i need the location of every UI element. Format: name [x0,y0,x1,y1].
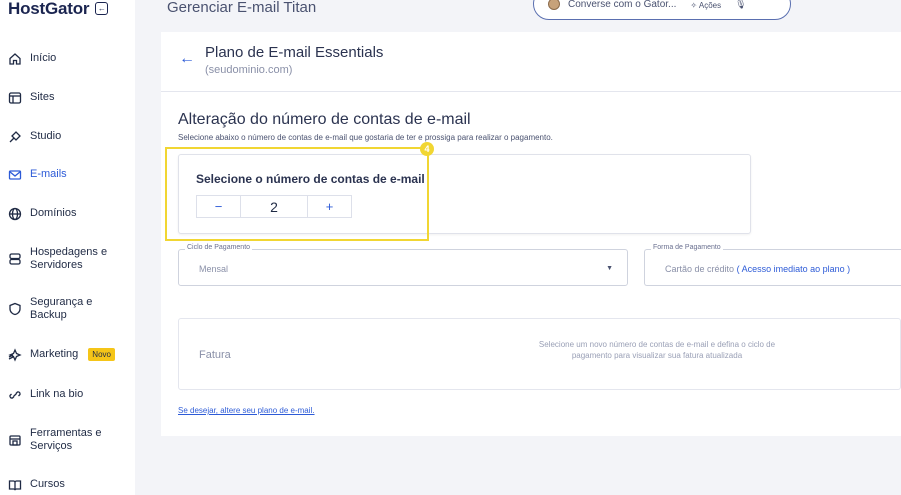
back-arrow-icon[interactable]: ← [179,50,195,68]
sidebar-item-label: Cursos [30,478,65,490]
tutorial-highlight [165,147,429,241]
invoice-title: Fatura [199,349,231,361]
sidebar-item-emails[interactable]: E-mails [7,167,67,182]
tools-icon [7,433,22,448]
sidebar-item-marketing[interactable]: Marketing Novo [7,347,115,362]
change-plan-link[interactable]: Se desejar, altere seu plano de e-mail. [178,406,315,415]
invoice-placeholder-text: Selecione um novo número de contas de e-… [538,340,776,360]
sidebar-item-label: Início [30,52,57,64]
immediate-access-note: ( Acesso imediato ao plano ) [736,264,851,274]
payment-cycle-label: Ciclo de Pagamento [185,244,253,251]
sidebar-item-label: Domínios [30,207,77,219]
collapse-sidebar-icon[interactable]: ← [95,2,109,15]
logo[interactable]: HostGator ← [8,0,109,18]
main-content: ← Plano de E-mail Essentials (seudominio… [161,32,901,436]
actions-button[interactable]: ✧ Ações [690,1,721,10]
gator-avatar-icon [548,0,560,10]
page-title: Gerenciar E-mail Titan [167,0,317,16]
plan-header: ← Plano de E-mail Essentials (seudominio… [161,32,901,92]
server-icon [7,252,22,267]
section-title: Alteração do número de contas de e-mail [178,111,471,128]
gator-chat-button[interactable]: Converse com o Gator... ✧ Ações 🎙 [533,0,791,20]
microphone-icon[interactable]: 🎙 [735,0,746,10]
sidebar-item-label: Segurança e Backup [30,296,93,321]
payment-cycle-value: Mensal [199,264,229,274]
sidebar-item-studio[interactable]: Studio [7,129,61,144]
browser-icon [7,90,22,105]
logo-text: HostGator [8,0,90,18]
shield-icon [7,302,22,317]
sidebar-item-sites[interactable]: Sites [7,90,54,105]
home-icon [7,51,22,66]
sidebar-item-label: Ferramentas e Serviços [30,427,102,452]
new-badge: Novo [88,348,115,361]
link-icon [7,387,22,402]
mail-icon [7,167,22,182]
chat-label: Converse com o Gator... [568,0,677,10]
sidebar-item-hospedagens[interactable]: Hospedagens e Servidores [7,246,107,272]
payment-method-field[interactable]: Forma de Pagamento Cartão de crédito ( A… [644,244,901,286]
section-description: Selecione abaixo o número de contas de e… [178,133,553,142]
invoice-panel: Fatura Selecione um novo número de conta… [178,318,901,390]
sidebar-item-dominios[interactable]: Domínios [7,206,76,221]
sidebar-item-label: Marketing [30,348,79,360]
sidebar: HostGator ← Início Sites Studio E-mails … [0,0,135,495]
book-icon [7,477,22,492]
sidebar-item-seguranca[interactable]: Segurança e Backup [7,296,92,322]
sidebar-item-ferramentas[interactable]: Ferramentas e Serviços [7,427,102,453]
sidebar-item-cursos[interactable]: Cursos [7,477,65,492]
sidebar-item-label: Studio [30,130,62,142]
studio-icon [7,129,22,144]
payment-method-label: Forma de Pagamento [651,244,723,251]
payment-method-value: Cartão de crédito ( Acesso imediato ao p… [665,264,851,274]
tutorial-step-marker: 4 [420,142,434,156]
sidebar-item-link-na-bio[interactable]: Link na bio [7,387,83,402]
sidebar-item-label: Hospedagens e Servidores [30,246,108,271]
sidebar-item-inicio[interactable]: Início [7,51,56,66]
marketing-icon [7,347,22,362]
chevron-down-icon: ▼ [606,265,613,272]
plan-domain: (seudominio.com) [205,64,293,76]
sidebar-item-label: E-mails [30,168,67,180]
plan-title: Plano de E-mail Essentials [205,44,384,61]
payment-cycle-select[interactable]: Ciclo de Pagamento Mensal ▼ [178,244,628,286]
globe-icon [7,206,22,221]
sidebar-item-label: Link na bio [30,388,84,400]
sidebar-item-label: Sites [30,91,55,103]
